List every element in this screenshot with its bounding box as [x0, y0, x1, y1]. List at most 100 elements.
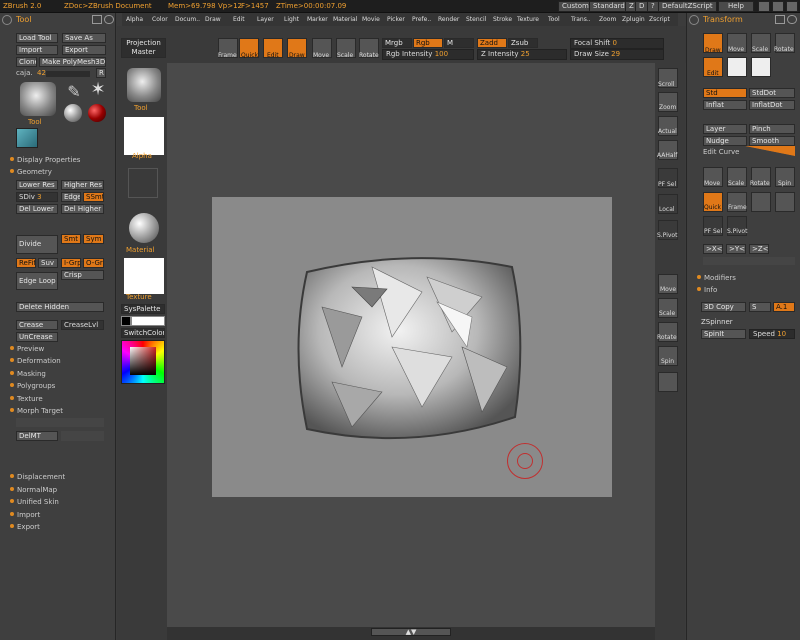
default-zscript-button[interactable]: DefaultZScript [658, 1, 717, 12]
symmetry-x-button[interactable]: >X< [703, 244, 723, 254]
spinit-button[interactable]: SpinIt [701, 329, 746, 339]
menu-marker[interactable]: Marker [307, 16, 328, 23]
delete-hidden-button[interactable]: Delete Hidden [16, 302, 104, 312]
help-button[interactable]: Help [718, 1, 754, 12]
bottom-tray-toggle-icon[interactable]: ▲▼ [371, 628, 451, 636]
symmetry-y-button[interactable]: >Y< [726, 244, 746, 254]
m-button[interactable]: M [444, 38, 474, 48]
sdiv-slider[interactable]: SDiv 3 [16, 192, 58, 202]
menu-render[interactable]: Render [438, 16, 459, 23]
menu-texture[interactable]: Texture [517, 16, 539, 23]
inflat-brush-button[interactable]: Inflat [703, 100, 747, 110]
ssmt-button[interactable]: SSmt [83, 192, 104, 202]
texture-section[interactable]: Texture [10, 395, 43, 403]
panel-dock-icon[interactable] [92, 15, 102, 24]
cube-icon[interactable] [751, 192, 771, 212]
star-tool-icon[interactable]: ✶ [88, 80, 108, 100]
deformation-section[interactable]: Deformation [10, 357, 61, 365]
uncrease-button[interactable]: UnCrease [16, 332, 58, 342]
divide-button[interactable]: Divide [16, 235, 58, 254]
edit-curve-graph[interactable] [745, 146, 795, 156]
higher-res-button[interactable]: Higher Res [61, 180, 104, 190]
load-tool-button[interactable]: Load Tool [16, 33, 58, 43]
export-section[interactable]: Export [10, 523, 40, 531]
document-canvas[interactable] [212, 197, 612, 497]
suv-button[interactable]: Suv [38, 258, 58, 268]
modifiers-section[interactable]: Modifiers [697, 274, 736, 282]
rgb-intensity-slider[interactable]: Rgb Intensity 100 [382, 49, 474, 60]
help-question-button[interactable]: ? [647, 1, 659, 12]
polygroups-section[interactable]: Polygroups [10, 382, 55, 390]
minimize-button[interactable] [758, 1, 770, 12]
crease-level-slider[interactable]: CreaseLvl [61, 320, 104, 330]
std-brush-button[interactable]: Std [703, 88, 747, 98]
del-lower-button[interactable]: Del Lower [16, 204, 58, 214]
sym-button[interactable]: Sym [83, 234, 104, 244]
sculpted-mesh-model[interactable] [212, 197, 612, 497]
delmt-button[interactable]: DelMT [16, 431, 58, 441]
s-button[interactable]: S [749, 302, 771, 312]
morph-target-section[interactable]: Morph Target [10, 407, 63, 415]
radial-symmetry-slider[interactable] [703, 257, 795, 265]
preview-section[interactable]: Preview [10, 345, 44, 353]
transform-panel-header[interactable]: Transform [703, 15, 743, 24]
zadd-button[interactable]: Zadd [477, 38, 507, 48]
3d-copy-button[interactable]: 3D Copy [701, 302, 746, 312]
focal-shift-slider[interactable]: Focal Shift 0 [570, 38, 664, 49]
tool-slider[interactable] [46, 71, 90, 77]
import-button[interactable]: Import [16, 45, 58, 55]
secondary-color-swatch[interactable] [131, 316, 165, 326]
restore-button[interactable] [772, 1, 784, 12]
snapshot-camera-icon[interactable] [727, 57, 747, 77]
close-button[interactable] [786, 1, 798, 12]
tool-thumbnail[interactable] [127, 68, 161, 102]
clone-button[interactable]: Clone [16, 57, 37, 67]
inflatdot-brush-button[interactable]: InflatDot [749, 100, 795, 110]
refit-button[interactable]: ReFit [16, 258, 36, 268]
simple-brush-icon[interactable]: ✎ [64, 82, 84, 102]
camera-icon[interactable] [658, 372, 678, 392]
crisp-button[interactable]: Crisp [61, 270, 104, 280]
switch-button[interactable] [61, 431, 104, 441]
menu-color[interactable]: Color [152, 16, 168, 23]
menu-layer[interactable]: Layer [257, 16, 274, 23]
current-tool-thumbnail[interactable] [20, 82, 56, 116]
layer-brush-button[interactable]: Layer [703, 124, 747, 134]
a1-button[interactable]: A.1 [773, 302, 795, 312]
standard-button[interactable]: Standard [589, 1, 629, 12]
import-section[interactable]: Import [10, 511, 40, 519]
tool-palette-icon[interactable] [2, 15, 12, 25]
menu-transform[interactable]: Trans.. [571, 16, 591, 23]
stddot-brush-button[interactable]: StdDot [749, 88, 795, 98]
menu-edit[interactable]: Edit [233, 16, 245, 23]
symmetry-z-button[interactable]: >Z< [749, 244, 769, 254]
local-transform-icon[interactable] [775, 192, 795, 212]
display-properties-section[interactable]: Display Properties [10, 156, 80, 164]
ogrp-button[interactable]: O-Grp [83, 258, 104, 268]
igrp-button[interactable]: I-Grp [61, 258, 81, 268]
menu-light[interactable]: Light [284, 16, 299, 23]
custom-button[interactable]: Custom [558, 1, 593, 12]
mirror-icon[interactable] [751, 57, 771, 77]
speed-slider[interactable]: Speed 10 [749, 329, 795, 339]
polymesh-tool-icon[interactable] [16, 128, 38, 148]
smooth-brush-button[interactable]: Smooth [749, 136, 795, 146]
lower-res-button[interactable]: Lower Res [16, 180, 58, 190]
color-picker-square[interactable] [130, 347, 156, 375]
menu-zoom[interactable]: Zoom [599, 16, 616, 23]
save-as-button[interactable]: Save As [62, 33, 106, 43]
switchcolor-button[interactable]: SwitchColor [121, 328, 165, 338]
tool-panel-header[interactable]: Tool [16, 15, 32, 24]
unified-skin-section[interactable]: Unified Skin [10, 498, 59, 506]
edge-button[interactable]: Edge [61, 192, 81, 202]
masking-section[interactable]: Masking [10, 370, 46, 378]
edit-curve-label[interactable]: Edit Curve [703, 148, 739, 156]
smt-button[interactable]: Smt [61, 234, 81, 244]
stroke-thumbnail[interactable] [128, 168, 158, 198]
draw-size-slider[interactable]: Draw Size 29 [570, 49, 664, 60]
menu-tool[interactable]: Tool [548, 16, 560, 23]
menu-draw[interactable]: Draw [205, 16, 221, 23]
rgb-button[interactable]: Rgb [413, 38, 443, 48]
right-dock-icon[interactable] [775, 15, 785, 24]
make-polymesh3d-button[interactable]: Make PolyMesh3D [39, 57, 106, 67]
